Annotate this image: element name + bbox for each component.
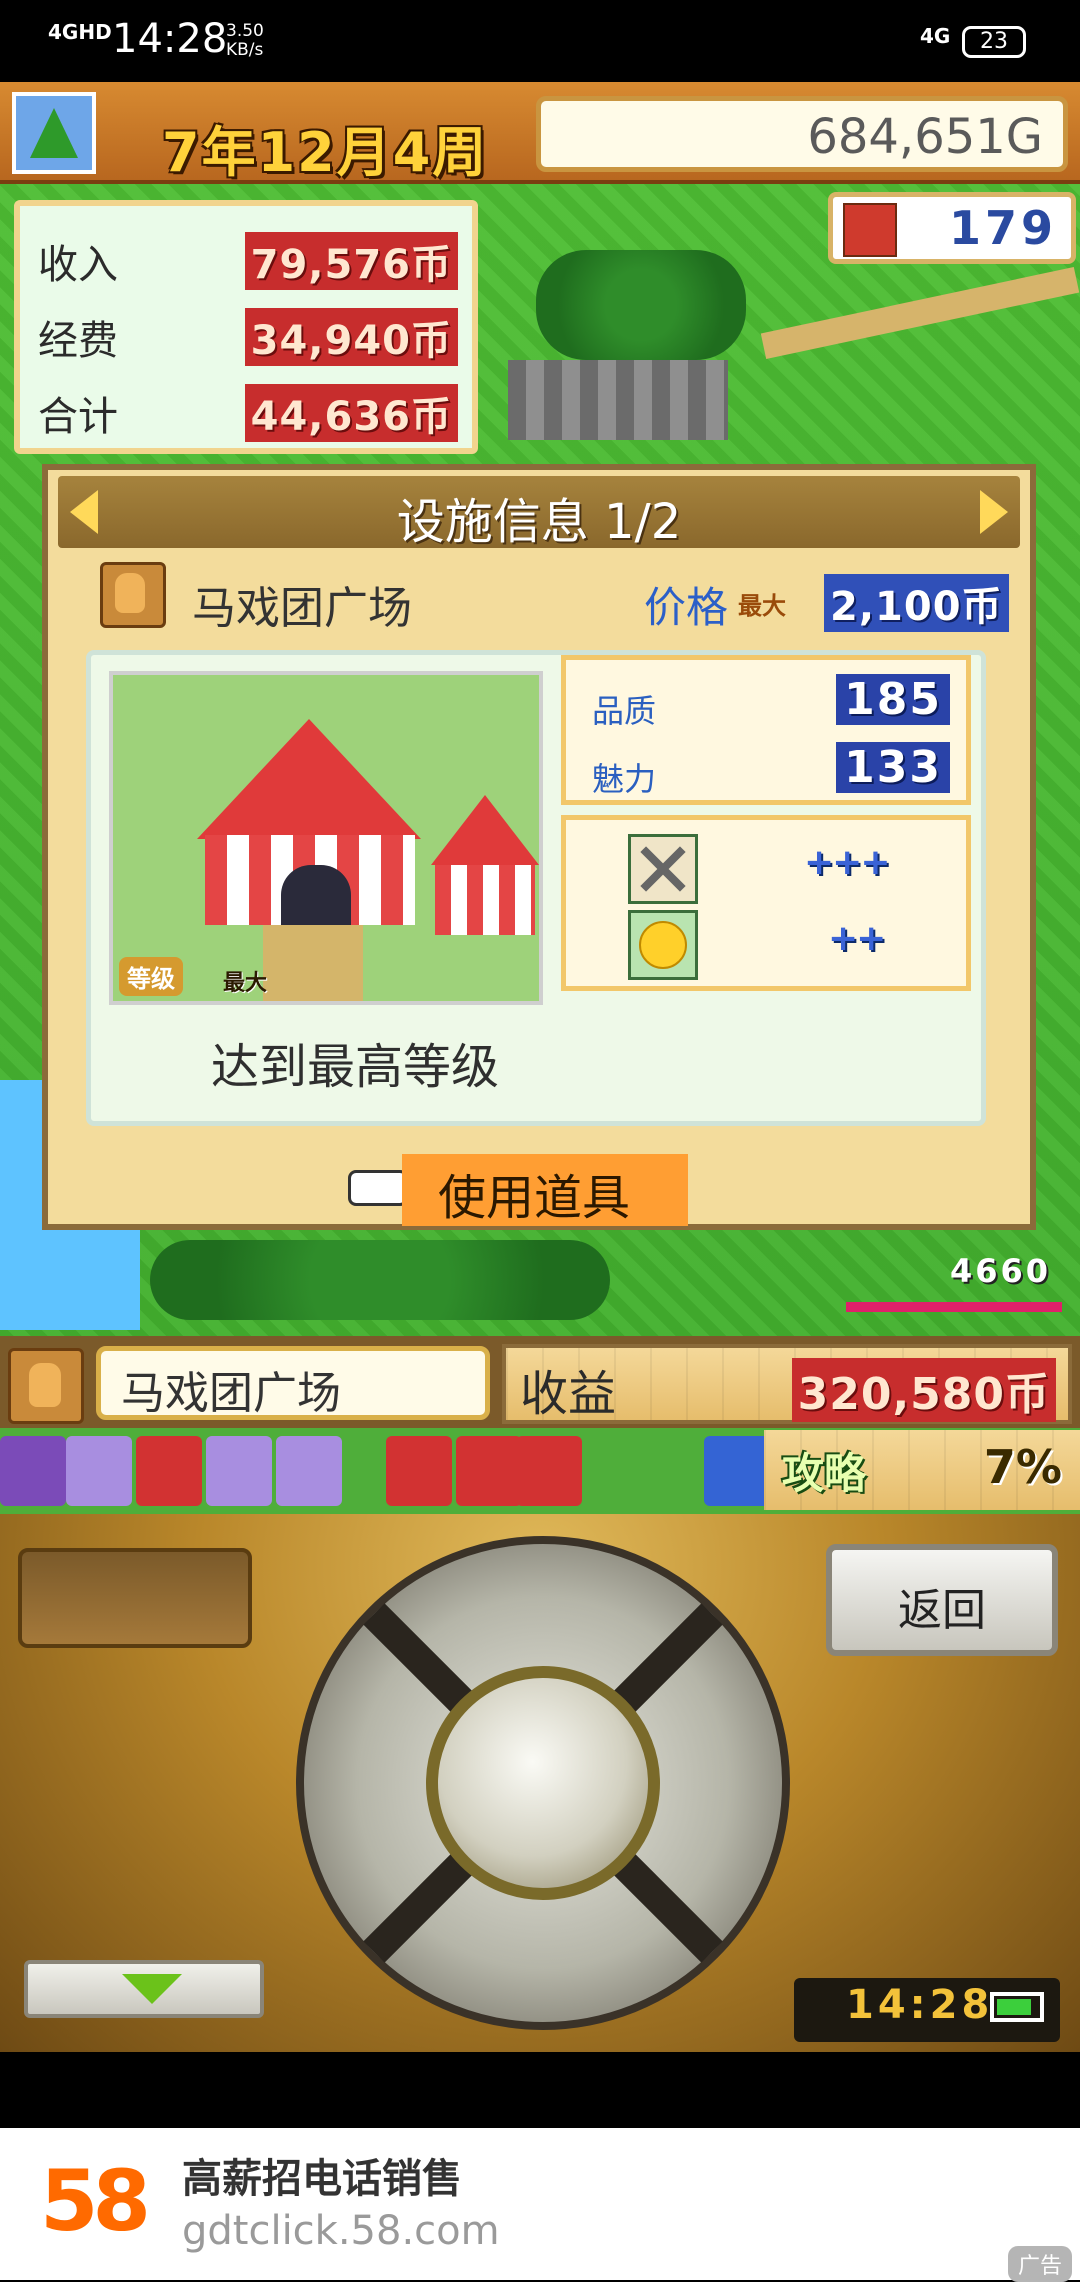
dpad[interactable] — [296, 1536, 790, 2030]
bonus-box: +++ ++ — [561, 815, 971, 991]
progress-bar — [846, 1302, 1062, 1312]
guide-label: 攻略 — [782, 1449, 867, 1498]
finance-panel: 收入 79,576币 经费 34,940币 合计 44,636币 — [14, 200, 478, 454]
shop-icon[interactable] — [136, 1436, 202, 1506]
money-display: 684,651G — [536, 96, 1068, 172]
charm-label: 魅力 — [592, 760, 657, 798]
income-label: 收入 — [38, 242, 118, 288]
use-item-label: 使用道具 — [438, 1170, 631, 1226]
facility-name: 马戏团广场 — [192, 583, 412, 634]
spacer — [0, 2052, 1080, 2128]
selected-facility-name: 马戏团广场 — [121, 1368, 341, 1419]
money-value: 684,651G — [807, 109, 1043, 165]
max-level-text: 达到最高等级 — [211, 1039, 500, 1095]
expense-label: 经费 — [38, 318, 118, 364]
ad-title[interactable]: 高薪招电话销售 — [182, 2146, 462, 2204]
jar-icon — [100, 562, 166, 628]
price-value: 2,100币 — [824, 574, 1009, 632]
network-indicator: 4GHD — [48, 20, 112, 44]
next-page-arrow-icon[interactable] — [980, 490, 1008, 534]
price-max-label: 最大 — [738, 592, 786, 620]
ad-tag: 广告 — [1007, 2246, 1072, 2282]
ad-url[interactable]: gdtclick.58.com — [182, 2208, 500, 2254]
tree-item-icon[interactable] — [66, 1436, 132, 1506]
shop-icon[interactable] — [456, 1436, 522, 1506]
network-speed: 3.50 KB/s — [226, 21, 264, 60]
clock-time: 14:28 — [846, 1982, 994, 2028]
attack-bonus: +++ — [804, 842, 890, 883]
ad-banner[interactable]: 58 高薪招电话销售 gdtclick.58.com 广告 — [0, 2128, 1080, 2282]
blue-shop-icon[interactable] — [704, 1436, 770, 1506]
visitor-icon[interactable] — [0, 1436, 66, 1506]
network-indicator-right: 4G — [920, 24, 951, 48]
battery-icon: 23 — [962, 26, 1026, 58]
back-button[interactable]: 返回 — [826, 1544, 1058, 1656]
jar-icon — [8, 1348, 84, 1424]
total-value: 44,636币 — [244, 384, 458, 442]
ad-logo: 58 — [40, 2152, 151, 2250]
tree-cluster — [536, 250, 746, 360]
use-item-button[interactable]: 使用道具 — [402, 1154, 688, 1226]
shop-icon[interactable] — [386, 1436, 452, 1506]
income-value: 79,576币 — [244, 232, 458, 290]
battery-icon — [990, 1992, 1044, 2022]
tent-door — [281, 865, 351, 925]
tree-cluster — [150, 1240, 610, 1320]
population-badge[interactable]: 179 — [828, 192, 1076, 264]
shop-icon[interactable] — [516, 1436, 582, 1506]
stats-box: 品质 185 魅力 133 — [561, 655, 971, 805]
empty-button-slot[interactable] — [18, 1548, 252, 1648]
circus-tent-image: 等级 最大 — [109, 671, 543, 1005]
profit-value: 320,580币 — [791, 1358, 1056, 1422]
guide-progress: 7% — [983, 1440, 1062, 1494]
knight-icon[interactable] — [206, 1436, 272, 1506]
path — [263, 925, 363, 1001]
dialog-title-bar: 设施信息 1/2 — [58, 476, 1020, 550]
status-bar: 4GHD 14:28 3.50 KB/s 4G 23 — [0, 0, 1080, 82]
scroll-down-button[interactable] — [24, 1960, 264, 2018]
dialog-title: 设施信息 1/2 — [396, 494, 682, 550]
expense-value: 34,940币 — [244, 308, 458, 366]
smile-icon — [628, 910, 698, 980]
quality-label: 品质 — [592, 692, 657, 730]
facility-info-dialog: 设施信息 1/2 马戏团广场 价格 最大 2,100币 等级 最大 品质 185… — [42, 464, 1036, 1230]
tent-roof — [197, 719, 421, 839]
profit-box: 收益 320,580币 — [502, 1344, 1072, 1424]
virtual-controller: 返回 14:28 — [0, 1514, 1080, 2052]
status-time: 14:28 — [112, 16, 228, 62]
house-icon — [843, 203, 897, 257]
selected-facility-box[interactable]: 马戏团广场 — [96, 1346, 490, 1420]
game-clock: 14:28 — [794, 1978, 1060, 2042]
game-date: 7年12月4周 — [162, 121, 489, 184]
back-label: 返回 — [898, 1585, 986, 1636]
pointing-hand-icon — [348, 1170, 408, 1206]
stone-wall — [508, 360, 728, 440]
level-max: 最大 — [223, 971, 268, 996]
building-income-popup: 4660 — [950, 1252, 1052, 1290]
down-arrow-icon — [122, 1974, 182, 2004]
total-label: 合计 — [38, 394, 118, 440]
population-value: 179 — [948, 201, 1057, 255]
facility-details: 等级 最大 品质 185 魅力 133 +++ ++ 达到最高等级 — [86, 650, 986, 1126]
sword-icon — [628, 834, 698, 904]
level-badge: 等级 — [119, 957, 183, 996]
season-tree-icon[interactable] — [12, 92, 96, 174]
small-tent-body — [435, 865, 535, 935]
guide-button[interactable]: 攻略 7% — [764, 1430, 1080, 1510]
small-tent-roof — [431, 795, 539, 865]
tree-item-icon[interactable] — [276, 1436, 342, 1506]
profit-label: 收益 — [520, 1366, 617, 1422]
happy-bonus: ++ — [828, 918, 886, 959]
charm-value: 133 — [836, 742, 950, 793]
dpad-center-button[interactable] — [426, 1666, 660, 1900]
quality-value: 185 — [836, 674, 950, 725]
price-label: 价格 — [644, 583, 729, 632]
